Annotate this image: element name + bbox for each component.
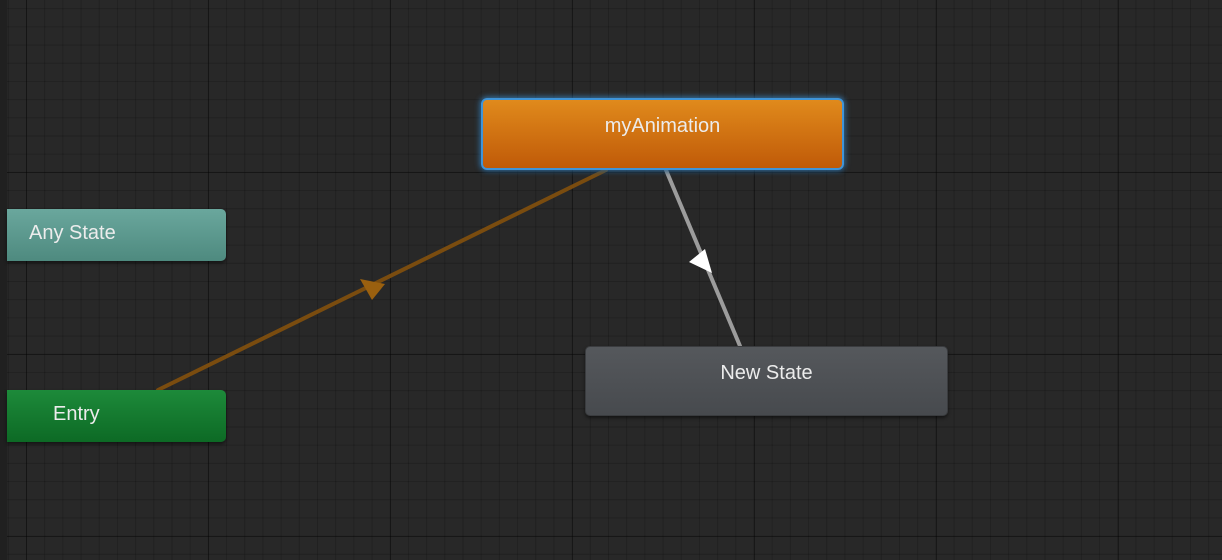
entry-label: Entry — [53, 403, 100, 425]
any-state-label: Any State — [29, 222, 116, 244]
entry-node[interactable]: Entry — [7, 390, 226, 442]
myanimation-label: myAnimation — [604, 115, 721, 137]
new-state-node[interactable]: New State — [585, 346, 948, 416]
transition-entry-to-myanimation[interactable] — [156, 168, 608, 392]
transition-layer — [156, 168, 742, 392]
any-state-node[interactable]: Any State — [7, 209, 226, 261]
animator-graph-canvas[interactable]: Any State Entry myAnimation New State — [0, 0, 1222, 560]
new-state-label: New State — [720, 362, 813, 384]
myanimation-state-node[interactable]: myAnimation — [481, 98, 844, 170]
